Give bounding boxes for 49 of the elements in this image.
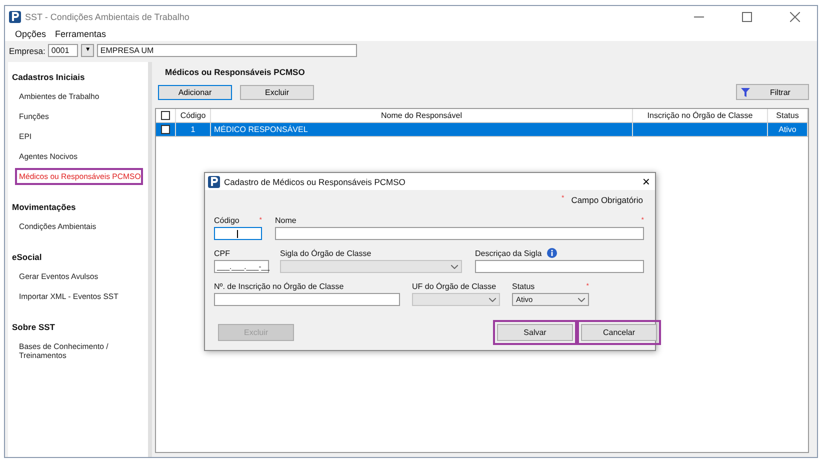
legend-text: Campo Obrigatório (571, 195, 643, 205)
menu-item[interactable]: Opções (15, 29, 46, 39)
column-header[interactable]: Nome do Responsável (211, 109, 633, 122)
sidebar-heading: Movimentações (12, 202, 77, 212)
save-button[interactable]: Salvar (497, 324, 573, 341)
filter-icon (741, 88, 750, 96)
section-title: Médicos ou Responsáveis PCMSO (165, 67, 306, 77)
chevron-icon (451, 264, 458, 268)
column-header[interactable]: Código (176, 109, 211, 122)
dialog-title: Cadastro de Médicos ou Responsáveis PCMSO (224, 176, 406, 186)
sidebar-heading: Cadastros Iniciais (12, 72, 86, 82)
delete-button[interactable]: Excluir (240, 84, 314, 100)
field-label: Sigla do Órgão de Classe (280, 248, 372, 258)
column-header[interactable]: Inscrição no Órgão de Classe (633, 109, 768, 122)
field-label: Código (214, 216, 240, 224)
close-button[interactable]: × (642, 176, 650, 188)
table-cell: MÉDICO RESPONSÁVEL (211, 123, 633, 136)
table-cell: Ativo (768, 123, 808, 136)
text-cursor (237, 230, 238, 238)
cancel-button[interactable]: Cancelar (581, 324, 657, 341)
field-label: Status (512, 282, 535, 290)
company-label: Empresa: (9, 46, 46, 56)
filter-button[interactable]: Filtrar (736, 84, 809, 100)
row-checkbox[interactable] (161, 125, 170, 134)
table-row[interactable]: 1 MÉDICO RESPONSÁVEL Ativo (156, 123, 808, 137)
app-logo-icon (208, 176, 220, 188)
info-icon[interactable] (546, 248, 557, 258)
add-button[interactable]: Adicionar (158, 84, 232, 100)
sidebar-heading: Sobre SST (12, 322, 56, 332)
table-cell: 1 (176, 123, 211, 136)
field-label: Nome (275, 216, 296, 224)
column-header[interactable]: Status (768, 109, 808, 122)
app-logo-icon (9, 10, 21, 22)
field-label: Descriçao da Sigla (475, 248, 542, 258)
field-label: UF do Órgão de Classe (412, 282, 496, 290)
select-all-checkbox[interactable] (161, 111, 170, 120)
input-field[interactable] (475, 260, 644, 273)
chevron-icon (489, 298, 496, 302)
company-name-field[interactable]: EMPRESA UM (97, 44, 358, 57)
field-label: CPF (214, 248, 230, 258)
sidebar-heading: eSocial (12, 252, 43, 262)
field-label: Nº. de Inscrição no Órgão de Classe (214, 282, 344, 290)
input-field[interactable] (214, 227, 262, 240)
chevron-icon (578, 298, 585, 302)
input-field[interactable] (275, 227, 644, 240)
menu-item[interactable]: Ferramentas (55, 29, 106, 39)
window-title: SST - Condições Ambientais de Trabalho (25, 12, 190, 22)
input-field[interactable] (214, 293, 400, 306)
company-code-field[interactable]: 0001 (48, 44, 78, 57)
